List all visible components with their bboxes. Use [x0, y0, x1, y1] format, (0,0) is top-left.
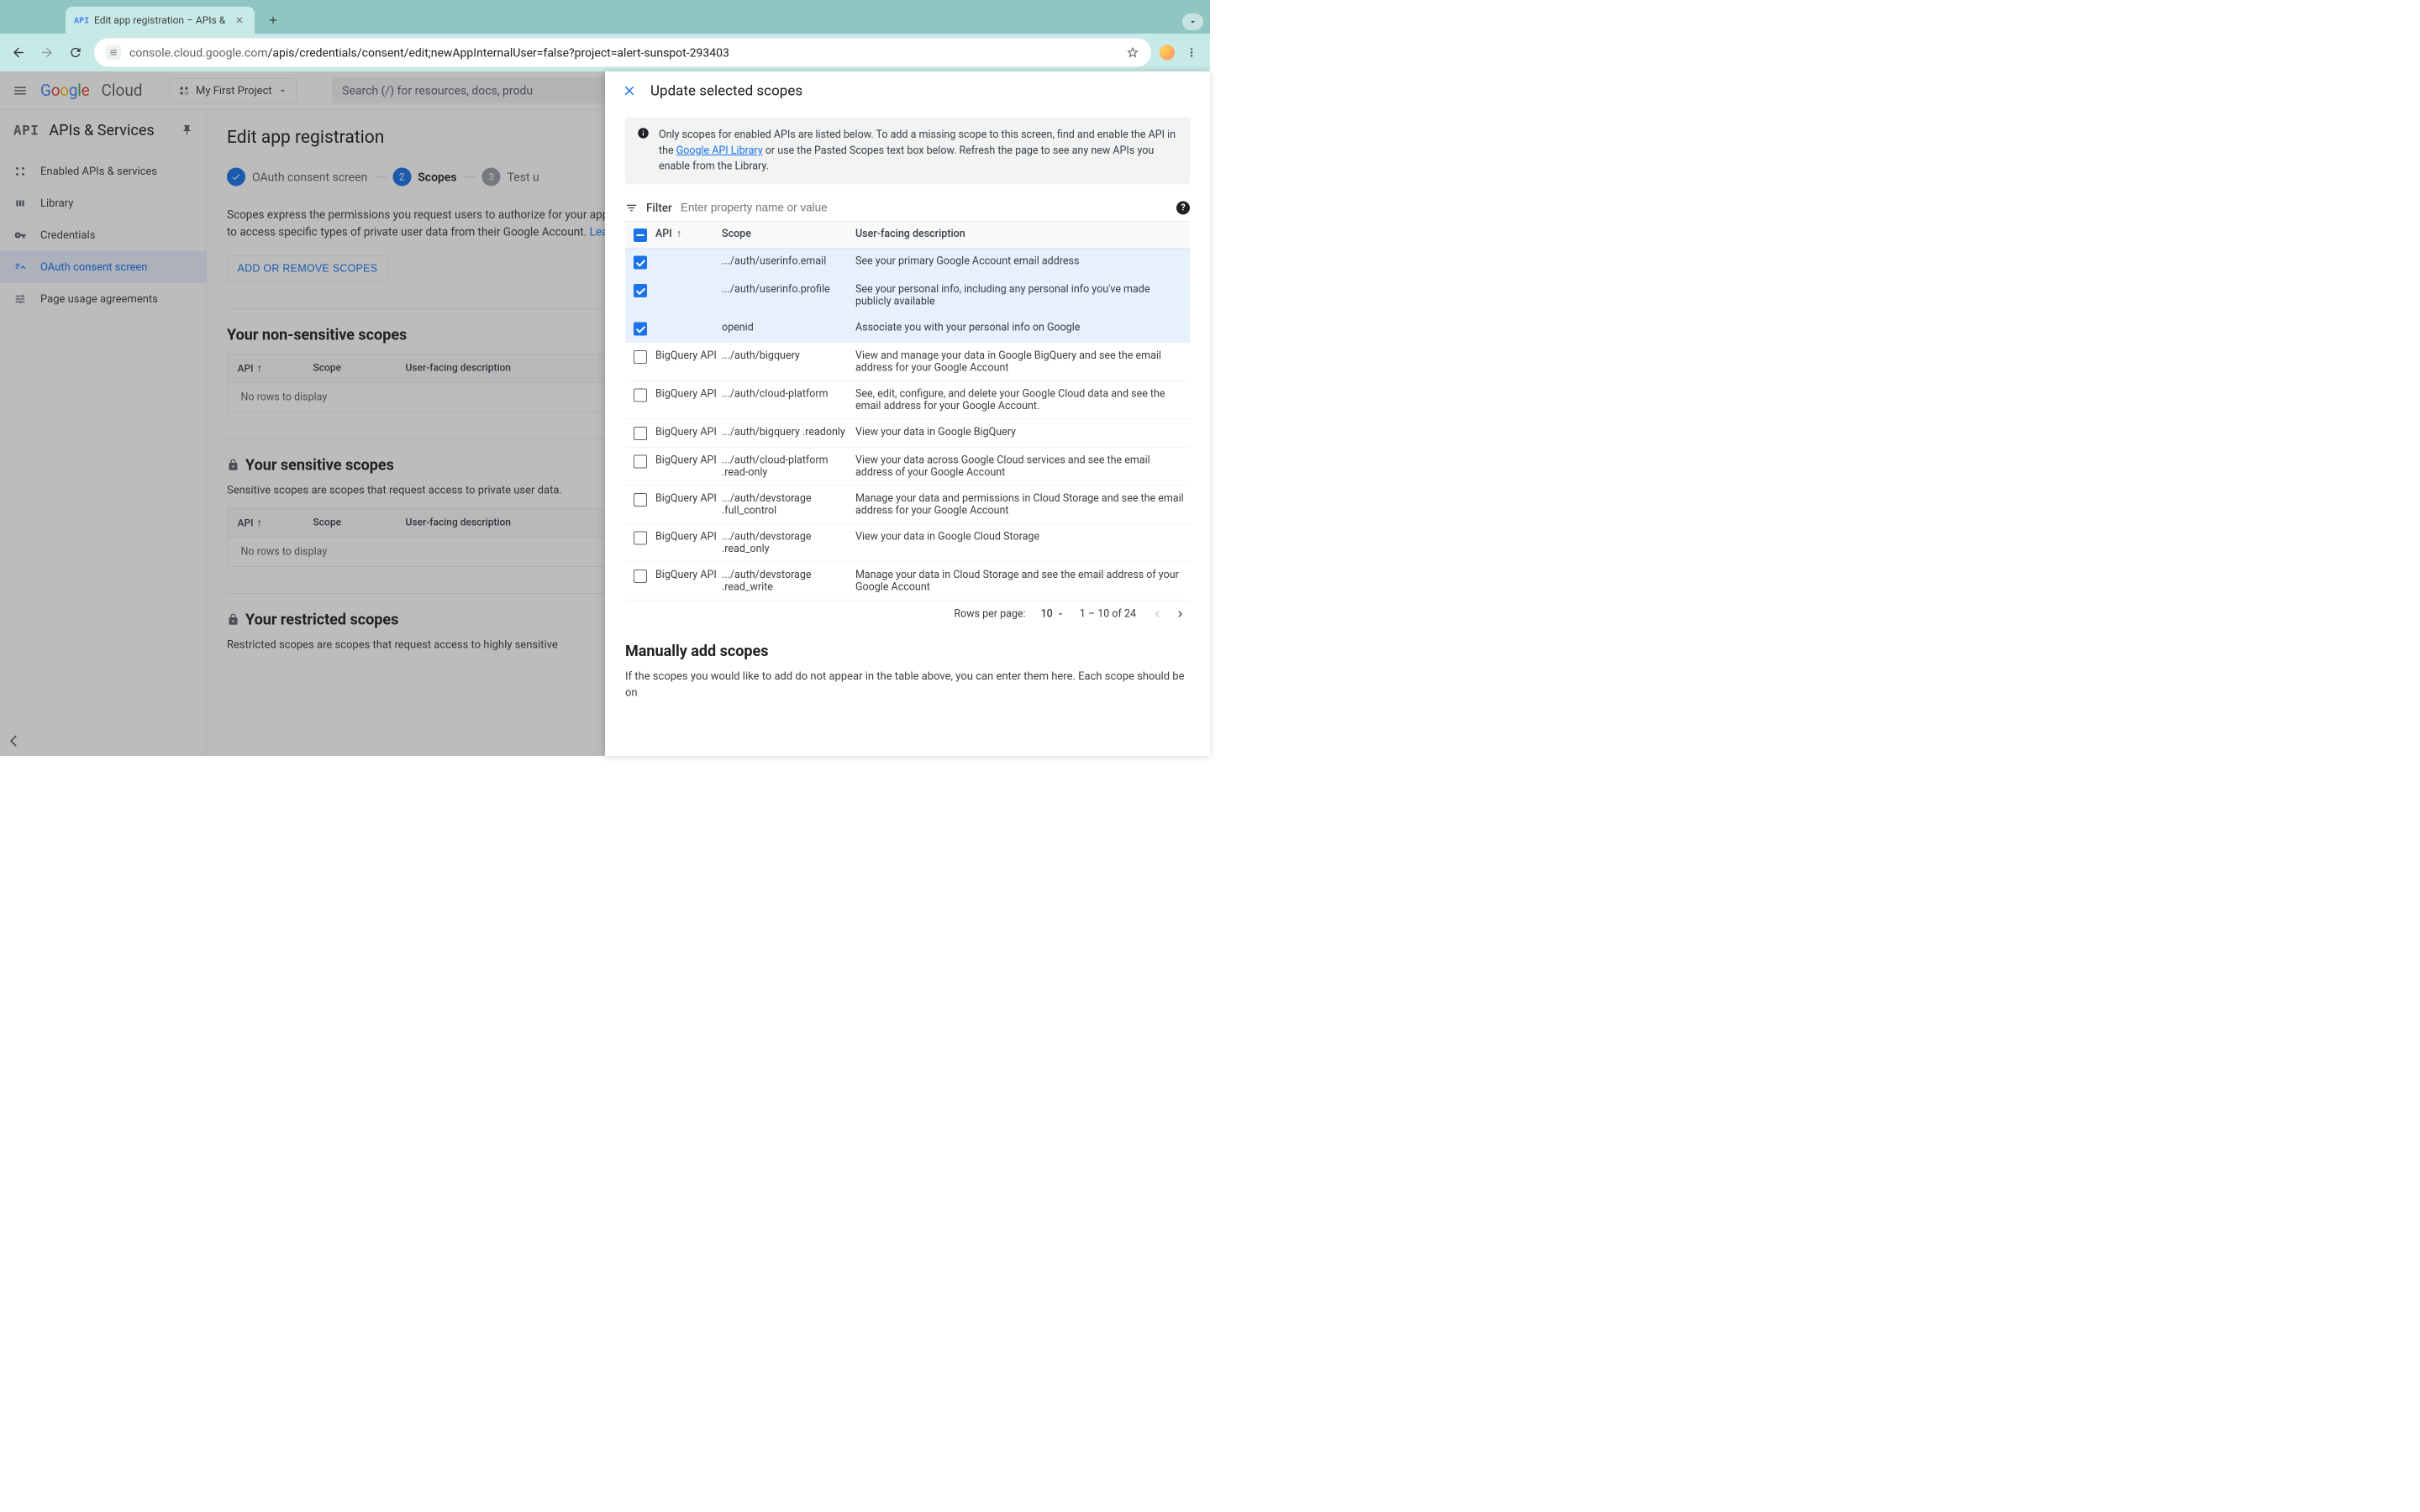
scope-name: .../auth/userinfo.email: [722, 255, 852, 267]
table-row: BigQuery API .../auth/devstorage .read_wr…: [625, 562, 1190, 601]
browser-toolbar: console.cloud.google.com/apis/credential…: [0, 34, 1210, 71]
browser-tab[interactable]: API Edit app registration – APIs &: [66, 7, 255, 34]
new-tab-button[interactable]: [263, 10, 283, 30]
manual-scopes-title: Manually add scopes: [625, 642, 1190, 659]
paginator: Rows per page: 10 1 – 10 of 24: [625, 600, 1190, 633]
scope-name: .../auth/devstorage .read_only: [722, 530, 852, 554]
table-header-api[interactable]: API ↑: [655, 228, 718, 240]
page-range: 1 – 10 of 24: [1080, 608, 1136, 621]
filter-label: Filter: [646, 201, 672, 214]
panel-title: Update selected scopes: [650, 82, 802, 99]
scope-checkbox[interactable]: [634, 493, 647, 507]
scope-name: .../auth/bigquery: [722, 349, 852, 362]
table-row: openidAssociate you with your personal i…: [625, 314, 1190, 343]
url-text: console.cloud.google.com/apis/credential…: [129, 45, 1118, 60]
table-row: BigQuery API .../auth/cloud-platform .rea…: [625, 447, 1190, 486]
table-row: BigQuery API .../auth/devstorage .full_co…: [625, 486, 1190, 524]
info-text: Only scopes for enabled APIs are listed …: [659, 127, 1178, 174]
filter-icon[interactable]: [625, 202, 638, 214]
scope-desc: View your data across Google Cloud servi…: [855, 454, 1186, 478]
table-row: BigQuery API .../auth/cloud-platformSee, …: [625, 381, 1190, 419]
rows-per-page-label: Rows per page:: [954, 608, 1025, 621]
extension-icon[interactable]: [1160, 45, 1175, 60]
update-scopes-panel: Update selected scopes Only scopes for e…: [605, 71, 1210, 756]
table-row: .../auth/userinfo.emailSee your primary …: [625, 248, 1190, 276]
scope-api: BigQuery API: [655, 387, 718, 400]
table-row: BigQuery API .../auth/bigqueryView and ma…: [625, 343, 1190, 381]
scope-checkbox[interactable]: [634, 350, 647, 364]
browser-tabstrip: API Edit app registration – APIs &: [0, 0, 1210, 34]
scope-name: .../auth/devstorage .full_control: [722, 492, 852, 517]
scope-checkbox[interactable]: [634, 284, 647, 297]
google-api-library-link[interactable]: Google API Library: [676, 144, 763, 157]
scope-desc: See your personal info, including any pe…: [855, 283, 1186, 307]
scope-checkbox[interactable]: [634, 255, 647, 269]
scope-api: BigQuery API: [655, 530, 718, 543]
next-page-icon[interactable]: [1174, 607, 1186, 620]
select-all-checkbox[interactable]: [634, 228, 647, 242]
tab-title: Edit app registration – APIs &: [94, 14, 228, 26]
filter-input[interactable]: [681, 202, 1168, 215]
scope-checkbox[interactable]: [634, 570, 647, 583]
tab-close-icon[interactable]: [234, 15, 245, 25]
scope-api: BigQuery API: [655, 569, 718, 581]
table-header-scope[interactable]: Scope: [722, 228, 852, 240]
scope-desc: View and manage your data in Google BigQ…: [855, 349, 1186, 374]
scope-desc: View your data in Google BigQuery: [855, 426, 1186, 438]
scope-api: BigQuery API: [655, 426, 718, 438]
scope-name: .../auth/devstorage .read_write: [722, 569, 852, 593]
table-header-desc[interactable]: User-facing description: [855, 228, 1186, 240]
scope-api: BigQuery API: [655, 349, 718, 362]
tab-favicon-icon: API: [74, 13, 87, 27]
scope-api: BigQuery API: [655, 492, 718, 505]
scope-checkbox[interactable]: [634, 388, 647, 402]
site-settings-icon[interactable]: [106, 45, 121, 60]
scope-desc: See your primary Google Account email ad…: [855, 255, 1186, 267]
scope-name: .../auth/cloud-platform .read-only: [722, 454, 852, 478]
scope-desc: Associate you with your personal info on…: [855, 321, 1186, 333]
scope-checkbox[interactable]: [634, 427, 647, 440]
table-header-row: API ↑ Scope User-facing description: [625, 222, 1190, 249]
close-panel-icon[interactable]: [622, 83, 637, 98]
info-banner: Only scopes for enabled APIs are listed …: [625, 117, 1190, 184]
scope-checkbox[interactable]: [634, 322, 647, 335]
reload-button[interactable]: [66, 43, 86, 63]
back-button[interactable]: [8, 43, 29, 63]
tabs-dropdown-button[interactable]: [1182, 13, 1203, 30]
table-row: BigQuery API .../auth/devstorage .read_on…: [625, 523, 1190, 562]
filter-bar: Filter ?: [625, 196, 1190, 219]
manual-scopes-text: If the scopes you would like to add do n…: [625, 668, 1190, 701]
scope-checkbox[interactable]: [634, 454, 647, 468]
scope-name: openid: [722, 321, 852, 333]
help-icon[interactable]: ?: [1176, 201, 1190, 214]
scope-api: BigQuery API: [655, 454, 718, 466]
scope-desc: Manage your data and permissions in Clou…: [855, 492, 1186, 517]
address-bar[interactable]: console.cloud.google.com/apis/credential…: [94, 39, 1151, 67]
scope-checkbox[interactable]: [634, 531, 647, 544]
scope-name: .../auth/bigquery .readonly: [722, 426, 852, 438]
info-icon: [637, 127, 650, 140]
table-row: .../auth/userinfo.profileSee your person…: [625, 276, 1190, 315]
scope-desc: Manage your data in Cloud Storage and se…: [855, 569, 1186, 593]
scope-name: .../auth/cloud-platform: [722, 387, 852, 400]
scopes-table: API ↑ Scope User-facing description .../…: [625, 221, 1190, 600]
scope-desc: View your data in Google Cloud Storage: [855, 530, 1186, 543]
rows-per-page-select[interactable]: 10: [1041, 608, 1065, 621]
forward-button[interactable]: [37, 43, 57, 63]
browser-menu-icon[interactable]: [1181, 43, 1202, 63]
scope-desc: See, edit, configure, and delete your Go…: [855, 387, 1186, 412]
prev-page-icon[interactable]: [1151, 607, 1164, 620]
sort-arrow-icon: ↑: [676, 228, 681, 240]
scope-name: .../auth/userinfo.profile: [722, 283, 852, 296]
bookmark-star-icon[interactable]: [1126, 46, 1139, 60]
table-row: BigQuery API .../auth/bigquery .readonlyV…: [625, 419, 1190, 448]
